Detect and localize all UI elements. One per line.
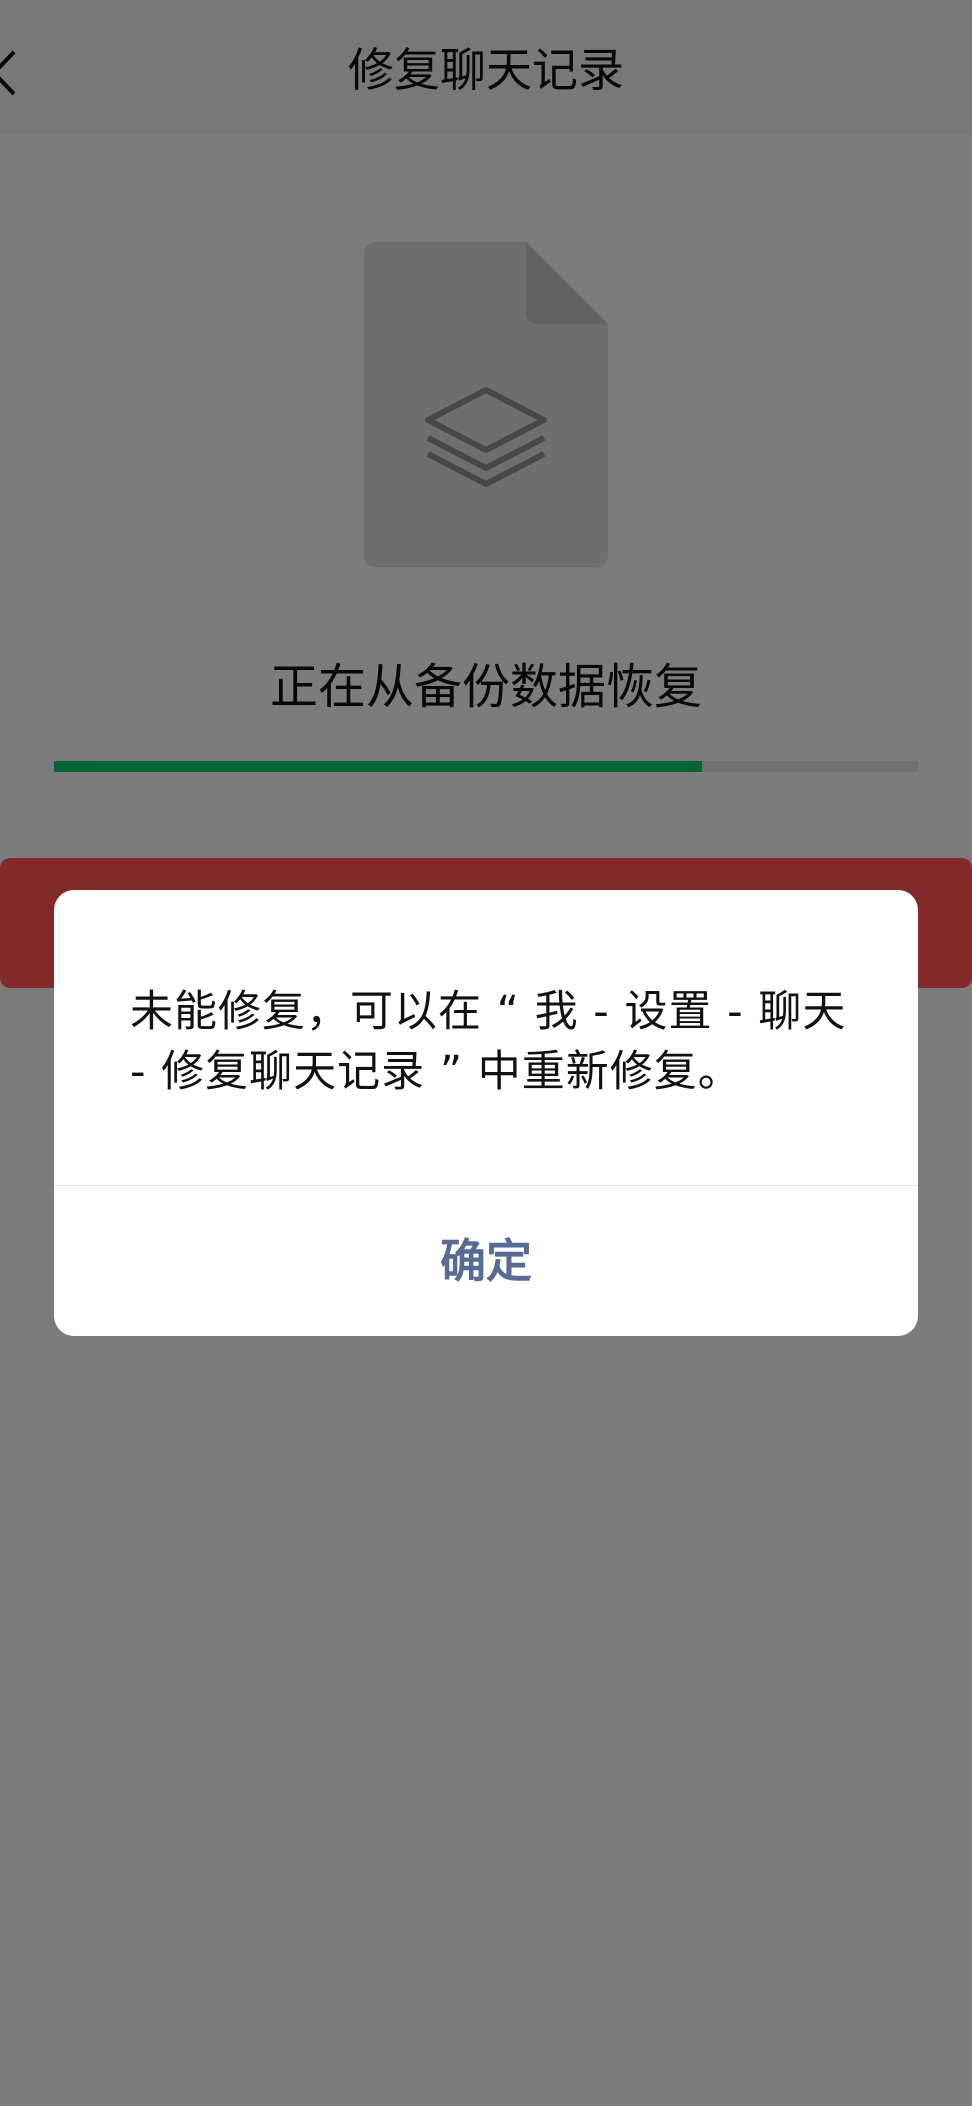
dialog-message: 未能修复，可以在 “ 我 - 设置 - 聊天 - 修复聊天记录 ” 中重新修复。 (130, 987, 847, 1097)
confirm-button[interactable]: 确定 (54, 1186, 918, 1336)
alert-dialog: 未能修复，可以在 “ 我 - 设置 - 聊天 - 修复聊天记录 ” 中重新修复。… (54, 890, 918, 1336)
